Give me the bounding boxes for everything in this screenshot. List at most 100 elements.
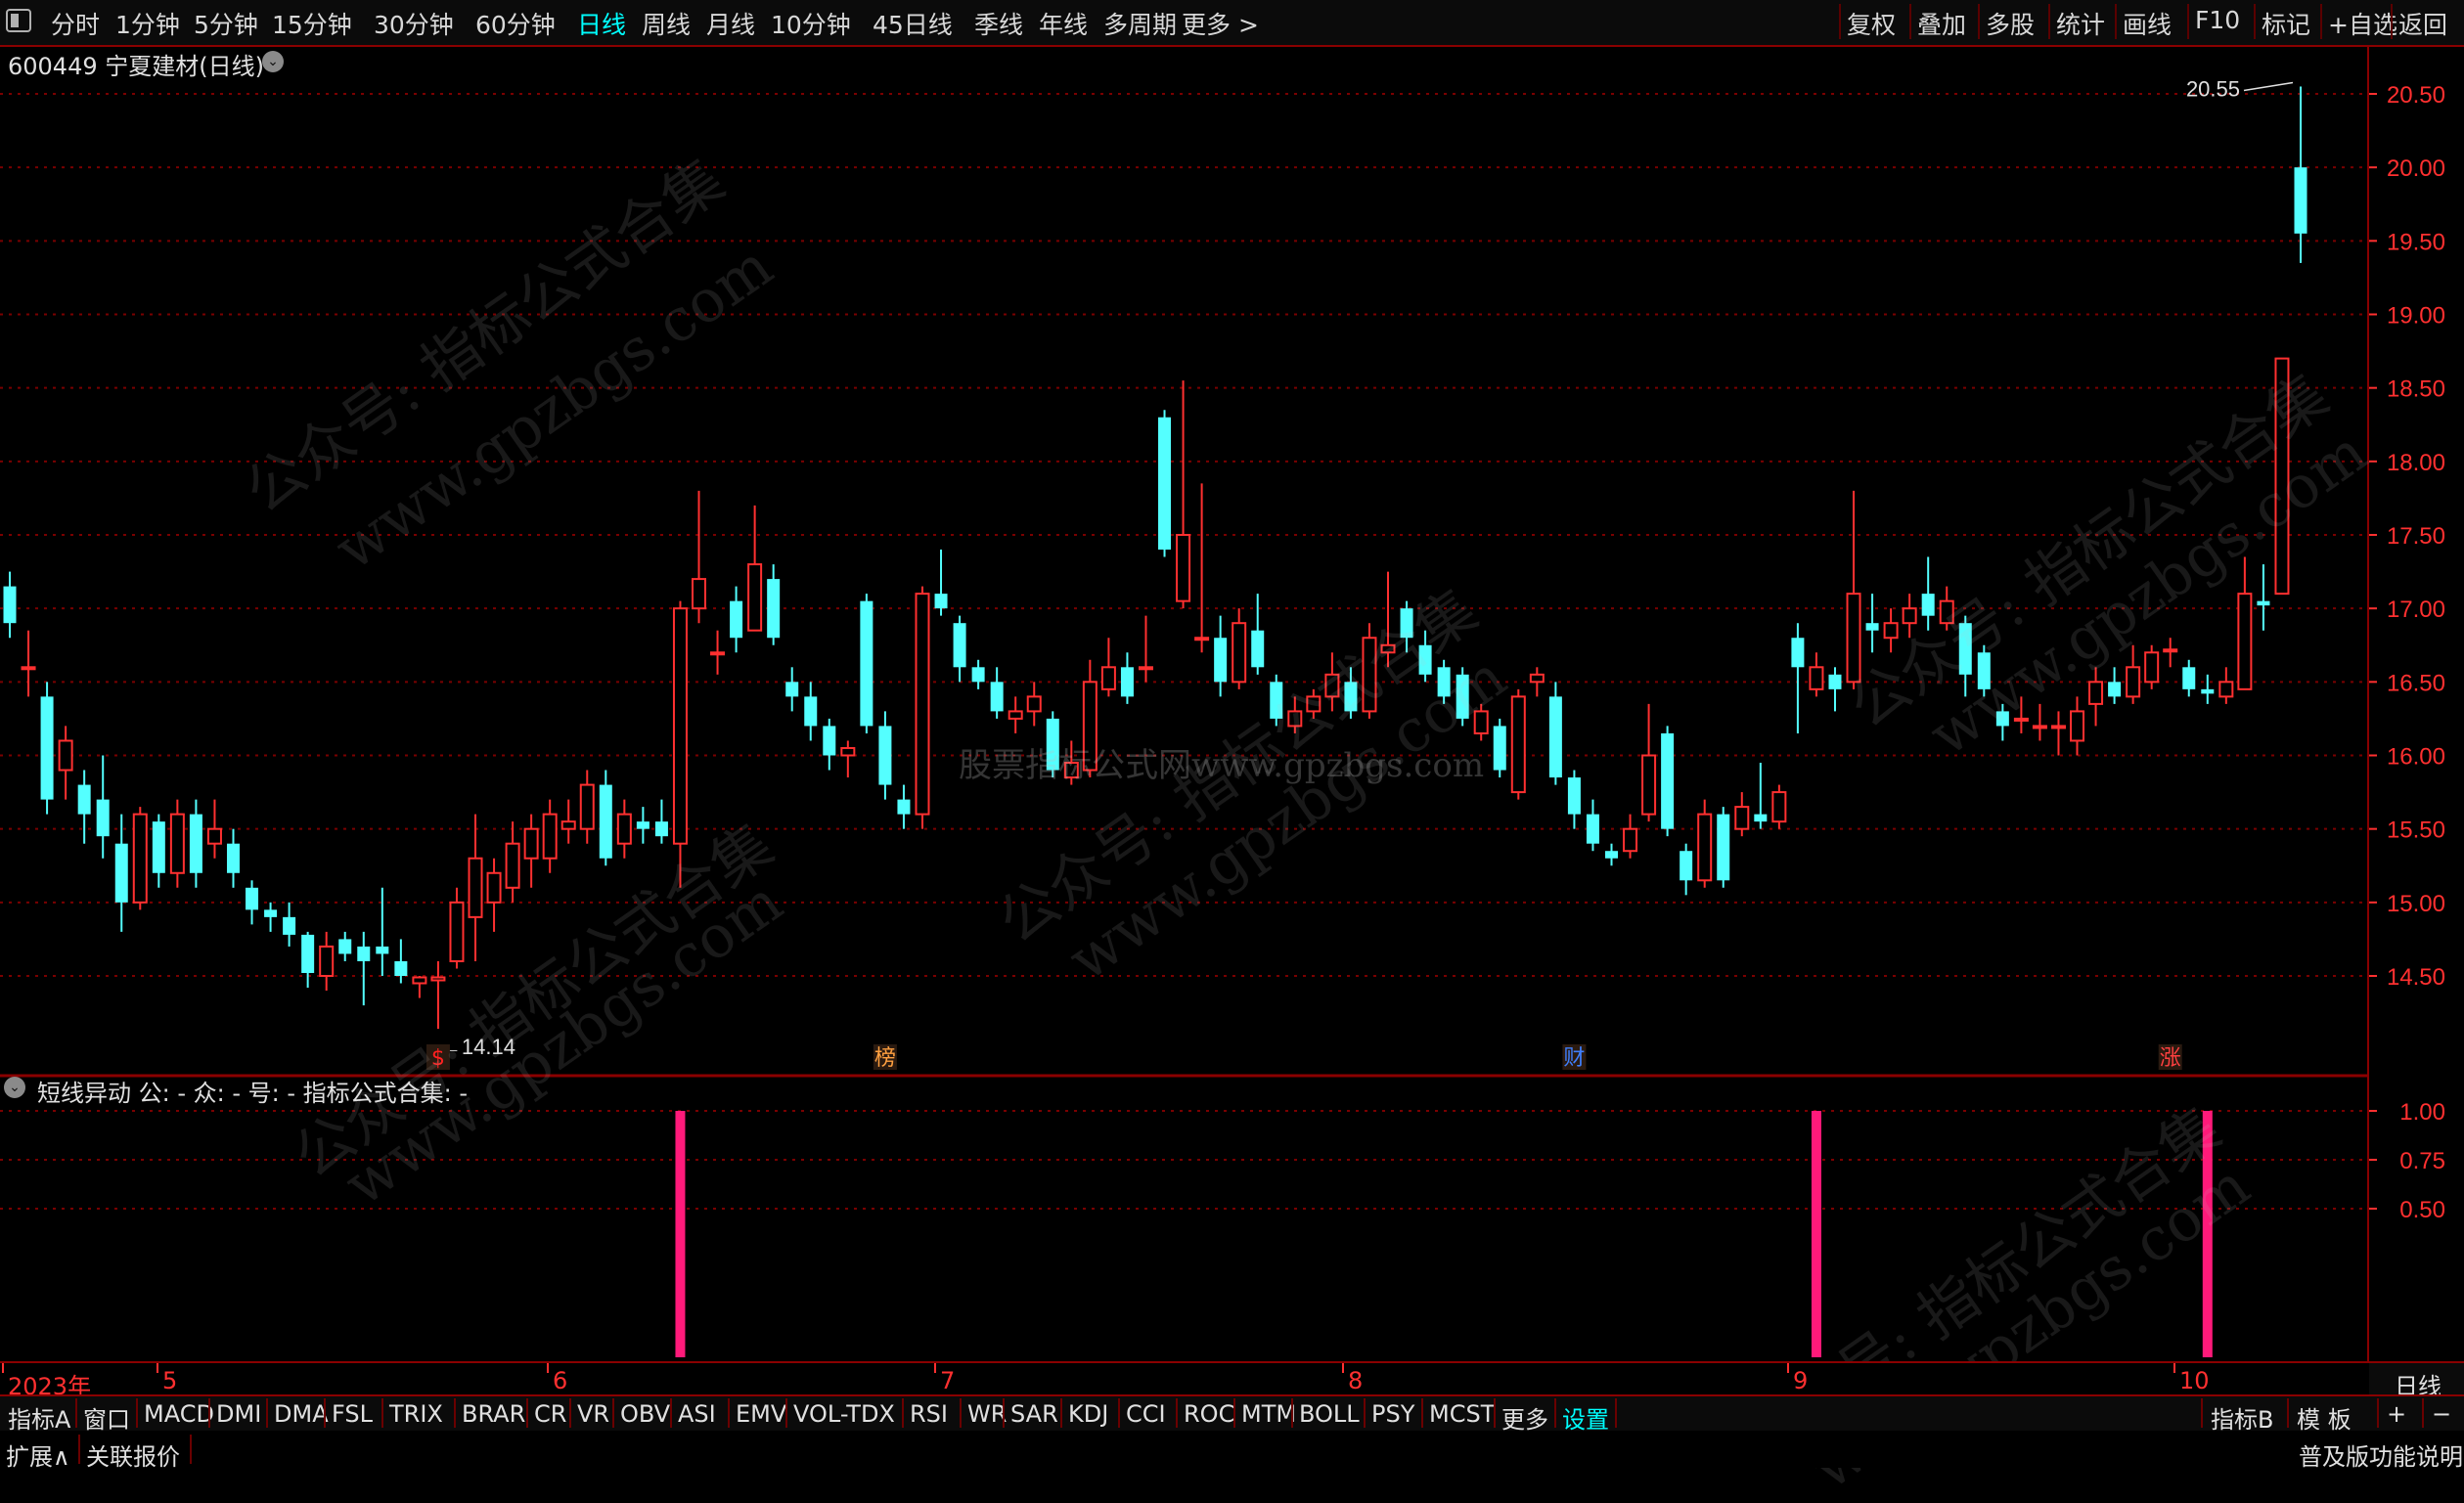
indicator-tab-22[interactable]: PSY [1371, 1400, 1414, 1428]
indicator-tab-5[interactable]: FSL [332, 1400, 373, 1428]
period-tab-4[interactable]: 30分钟 [374, 6, 454, 41]
bottom-item-0[interactable]: 扩展∧ [6, 1437, 70, 1472]
candle-body [206, 827, 222, 845]
indicator-tab-9[interactable]: VR [577, 1400, 609, 1428]
toolbar-action-7[interactable]: +自选 [2328, 6, 2397, 41]
period-tab-6[interactable]: 日线 [577, 6, 626, 41]
signal-bar [1811, 1111, 1821, 1357]
candle-body [1418, 644, 1432, 675]
bottom-separator [78, 1435, 80, 1464]
indicator-tab-6[interactable]: TRIX [389, 1400, 443, 1428]
price-label: 20.00 [2387, 155, 2445, 182]
indicator-tab-16[interactable]: SAR [1010, 1400, 1058, 1428]
candle-body [1661, 732, 1675, 829]
indicator-tab-1[interactable]: 窗口 [83, 1400, 130, 1435]
candle-body [1158, 417, 1172, 551]
event-marker: $ [431, 1046, 445, 1071]
indicator-separator [526, 1398, 528, 1428]
period-tab-2[interactable]: 5分钟 [194, 6, 258, 41]
indicator-separator [1364, 1398, 1366, 1428]
bottom-separator [190, 1435, 192, 1464]
help-link[interactable]: 普及版功能说明 [2299, 1437, 2463, 1472]
candle-body [1697, 813, 1713, 882]
indicator-tab-8[interactable]: CR [534, 1400, 566, 1428]
kline-chart[interactable]: 20.50 20.00 19.50 19.00 18.50 18.00 17.50 17.00… [0, 47, 2464, 1363]
period-tab-8[interactable]: 月线 [706, 6, 755, 41]
toolbar-action-1[interactable]: 叠加 [1917, 6, 1966, 41]
toolbar-action-5[interactable]: F10 [2195, 6, 2240, 34]
high-price-label: 20.55 [2186, 76, 2240, 101]
indicator-tab-10[interactable]: OBV [620, 1400, 670, 1428]
candle-body [319, 945, 335, 978]
indicator-tab-15[interactable]: WR [967, 1400, 1007, 1428]
indicator-tab-19[interactable]: ROC [1184, 1400, 1234, 1428]
indicator-tab-17[interactable]: KDJ [1068, 1400, 1108, 1428]
indicator-tab-11[interactable]: ASI [678, 1400, 716, 1428]
indicator-tab-18[interactable]: CCI [1126, 1400, 1166, 1428]
indicator-tab-12[interactable]: EMV [736, 1400, 786, 1428]
indicator-tab-20[interactable]: MTM [1241, 1400, 1296, 1428]
period-tab-7[interactable]: 周线 [642, 6, 691, 41]
toolbar-separator [1909, 4, 1911, 39]
indicator-right-2[interactable]: + [2387, 1400, 2406, 1428]
period-tab-1[interactable]: 1分钟 [115, 6, 180, 41]
candle-body [301, 934, 315, 973]
candle-body [2163, 648, 2178, 653]
indicator-right-3[interactable]: − [2432, 1400, 2451, 1428]
period-tab-3[interactable]: 15分钟 [272, 6, 352, 41]
candle-body [1026, 695, 1042, 713]
candle-body [1921, 594, 1935, 616]
indicator-separator [902, 1398, 904, 1428]
window-toggle-icon[interactable] [6, 9, 31, 32]
period-tab-11[interactable]: 季线 [974, 6, 1023, 41]
candle-body [486, 871, 502, 904]
month-tick [2, 1363, 4, 1373]
toolbar-action-2[interactable]: 多股 [1986, 6, 2035, 41]
signal-bar [675, 1111, 686, 1357]
period-tab-14[interactable]: 更多 > [1182, 6, 1259, 41]
candle-body [1641, 754, 1657, 816]
indicator-tab-4[interactable]: DMA [274, 1400, 329, 1428]
period-tab-13[interactable]: 多周期 [1103, 6, 1177, 41]
toolbar-action-8[interactable]: 返回 [2398, 6, 2447, 41]
indicator-tab-23[interactable]: MCST [1429, 1400, 1495, 1428]
period-tab-0[interactable]: 分时 [51, 6, 100, 41]
period-tab-9[interactable]: 10分钟 [771, 6, 851, 41]
toolbar-action-4[interactable]: 画线 [2123, 6, 2172, 41]
candle-body [636, 821, 650, 829]
candle-body [412, 976, 427, 985]
toolbar-action-6[interactable]: 标记 [2262, 6, 2310, 41]
candle-body [449, 901, 465, 962]
month-tick [547, 1363, 549, 1373]
indicator-tab-21[interactable]: BOLL [1299, 1400, 1360, 1428]
indicator-right-0[interactable]: 指标B [2211, 1400, 2273, 1435]
indicator-tab-2[interactable]: MACD [144, 1400, 214, 1428]
period-tab-10[interactable]: 45日线 [873, 6, 953, 41]
candle-body [2070, 710, 2085, 742]
period-tab-12[interactable]: 年线 [1039, 6, 1088, 41]
indicator-tab-14[interactable]: RSI [910, 1400, 948, 1428]
indicator-tab-13[interactable]: VOL-TDX [793, 1400, 895, 1428]
indicator-right-1[interactable]: 模 板 [2297, 1400, 2352, 1435]
indicator-title: 短线异动 公: - 众: - 号: - 指标公式合集: - [37, 1080, 469, 1107]
candle-body [1717, 814, 1730, 881]
indicator-tab-3[interactable]: DMI [216, 1400, 261, 1428]
chevron-down-icon[interactable]: ⌄ [4, 1077, 25, 1098]
month-label-3: 7 [940, 1367, 956, 1394]
toolbar-action-3[interactable]: 统计 [2056, 6, 2105, 41]
event-marker: 榜 [874, 1046, 896, 1071]
indicator-tab-25[interactable]: 设置 [1562, 1400, 1609, 1435]
candle-body [96, 799, 110, 837]
price-label: 16.00 [2387, 744, 2445, 771]
indicator-tab-0[interactable]: 指标A [8, 1400, 70, 1435]
indicator-tab-24[interactable]: 更多 [1501, 1400, 1548, 1435]
candle-body [897, 799, 911, 815]
bottom-item-1[interactable]: 关联报价 [86, 1437, 180, 1472]
toolbar-separator [2187, 4, 2189, 39]
toolbar-separator [2320, 4, 2322, 39]
period-tab-5[interactable]: 60分钟 [475, 6, 556, 41]
toolbar-action-0[interactable]: 复权 [1847, 6, 1896, 41]
indicator-tab-7[interactable]: BRAR [462, 1400, 525, 1428]
indicator-separator [2287, 1398, 2289, 1428]
toolbar-separator [2115, 4, 2117, 39]
